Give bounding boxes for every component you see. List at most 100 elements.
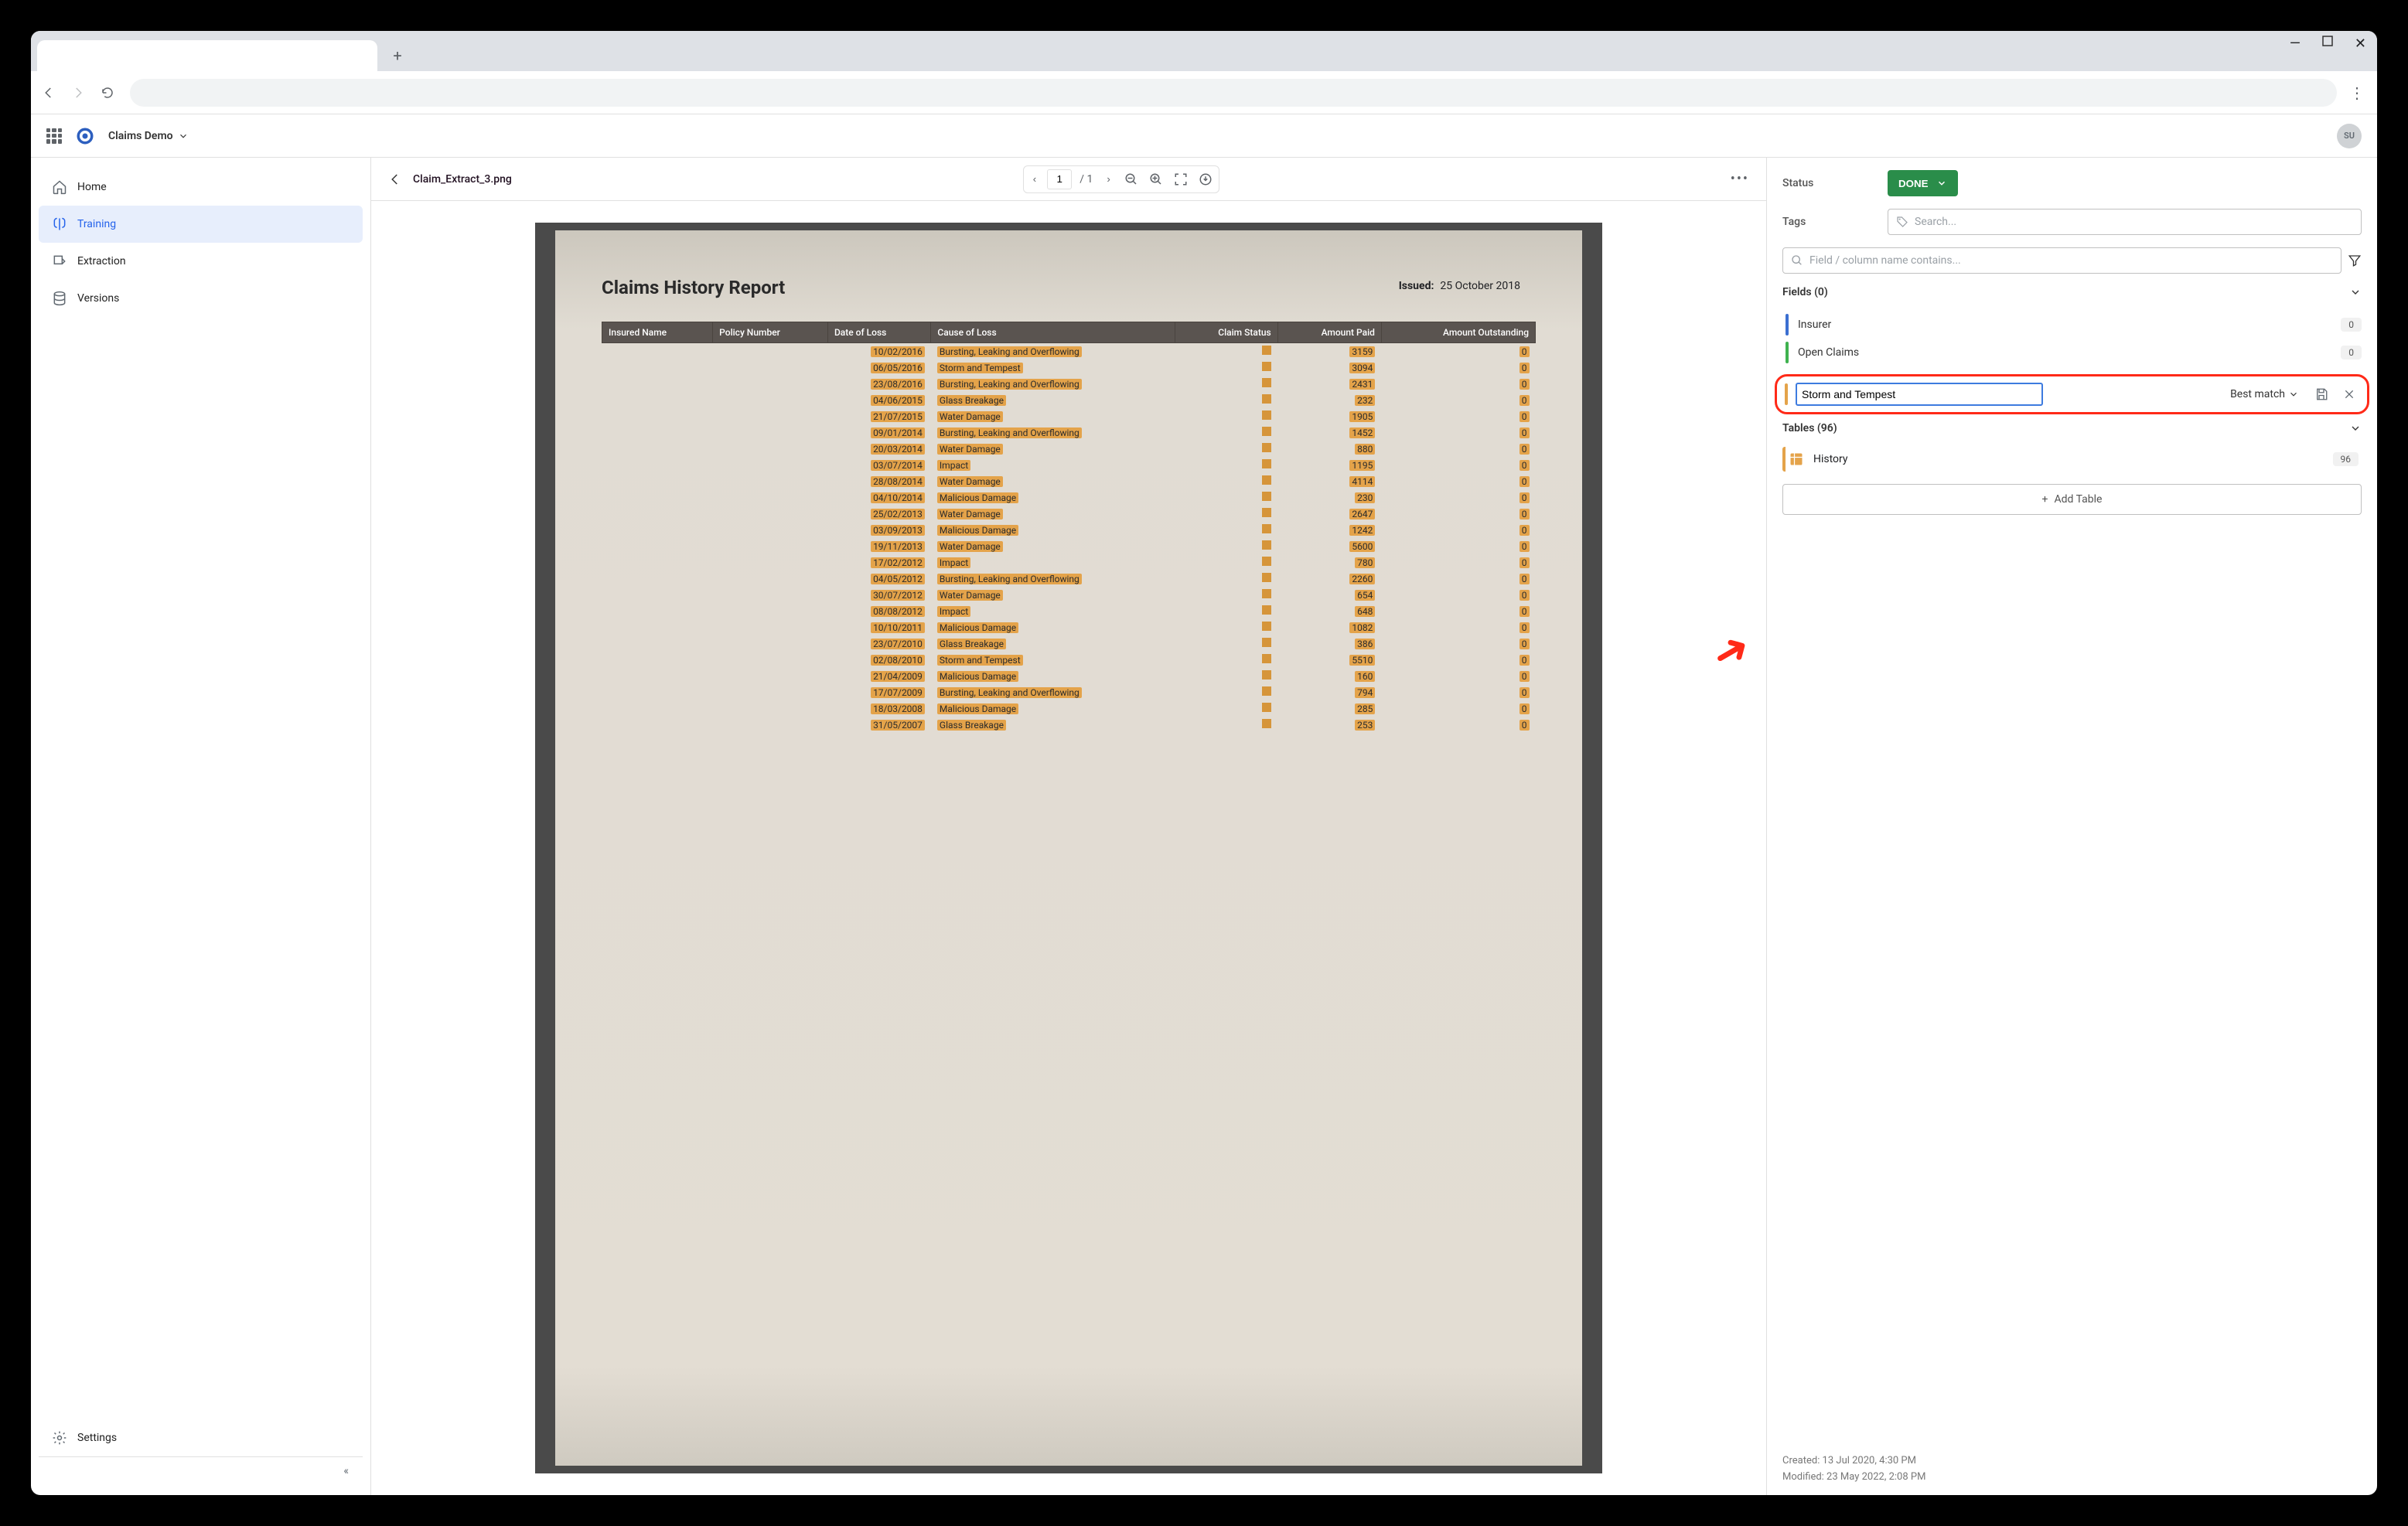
sidebar-item-label: Home <box>77 181 107 193</box>
back-icon[interactable] <box>388 172 402 186</box>
page-input[interactable] <box>1047 169 1072 189</box>
table-count-badge: 96 <box>2333 452 2359 466</box>
field-color-swatch <box>1785 383 1788 405</box>
new-field-name-input[interactable] <box>1796 383 2043 406</box>
document-page[interactable]: Claims History Report Issued:25 October … <box>535 223 1602 1473</box>
sidebar-item-label: Versions <box>77 292 119 305</box>
sidebar-item-extraction[interactable]: Extraction <box>39 243 363 280</box>
issued-date: Issued:25 October 2018 <box>1399 280 1520 292</box>
claims-table: Insured NamePolicy NumberDate of LossCau… <box>602 322 1536 733</box>
zoom-in-icon[interactable] <box>1146 169 1166 189</box>
extract-icon <box>51 254 68 269</box>
table-row: 20/03/2014Water Damage8800 <box>602 441 1536 457</box>
table-row: 10/10/2011Malicious Damage10820 <box>602 619 1536 635</box>
app-header: Claims Demo SU <box>31 114 2377 158</box>
properties-panel: ➜ Status DONE Tags Search... Field / col… <box>1766 158 2377 1495</box>
table-row: 08/08/2012Impact6480 <box>602 603 1536 619</box>
sidebar-item-settings[interactable]: Settings <box>39 1419 363 1456</box>
table-row: 09/01/2014Bursting, Leaking and Overflow… <box>602 424 1536 441</box>
more-menu-icon[interactable]: ••• <box>1731 171 1749 187</box>
window-maximize-icon[interactable] <box>2322 36 2333 52</box>
tags-search-input[interactable]: Search... <box>1888 209 2362 235</box>
sidebar: Home Training Extraction Versions Settin… <box>31 158 371 1495</box>
field-color-swatch <box>1786 314 1789 336</box>
table-row: 21/07/2015Water Damage19050 <box>602 408 1536 424</box>
table-row: 28/08/2014Water Damage41140 <box>602 473 1536 489</box>
address-bar[interactable] <box>130 79 2337 107</box>
table-row: 04/05/2012Bursting, Leaking and Overflow… <box>602 571 1536 587</box>
brain-icon <box>51 216 68 232</box>
reload-button[interactable] <box>101 86 119 100</box>
add-table-button[interactable]: + Add Table <box>1782 484 2362 515</box>
table-row: 30/07/2012Water Damage6540 <box>602 587 1536 603</box>
zoom-out-icon[interactable] <box>1121 169 1141 189</box>
page-separator: / 1 <box>1076 173 1096 186</box>
chevron-down-icon <box>2349 286 2362 298</box>
table-row: 06/05/2016Storm and Tempest30940 <box>602 359 1536 376</box>
table-row: 25/02/2013Water Damage26470 <box>602 506 1536 522</box>
fullscreen-icon[interactable] <box>1171 169 1191 189</box>
back-button[interactable] <box>42 86 60 100</box>
prev-page-button[interactable]: ‹ <box>1027 170 1042 188</box>
forward-button[interactable] <box>71 86 90 100</box>
browser-menu-icon[interactable]: ⋮ <box>2348 83 2366 102</box>
status-dropdown[interactable]: DONE <box>1888 170 1958 196</box>
fields-filter-input[interactable]: Field / column name contains... <box>1782 247 2341 274</box>
metadata: Created: 13 Jul 2020, 4:30 PM Modified: … <box>1782 1453 2362 1486</box>
table-row: 04/06/2015Glass Breakage2320 <box>602 392 1536 408</box>
table-row: 17/07/2009Bursting, Leaking and Overflow… <box>602 684 1536 700</box>
field-name: Open Claims <box>1798 346 2331 359</box>
chevron-down-icon <box>178 131 189 141</box>
table-row: 04/10/2014Malicious Damage2300 <box>602 489 1536 506</box>
fields-section-header[interactable]: Fields (0) <box>1782 286 2362 298</box>
page-controls: ‹ / 1 › <box>1023 165 1219 193</box>
window-minimize-icon[interactable]: — <box>2290 36 2301 52</box>
table-row: 19/11/2013Water Damage56000 <box>602 538 1536 554</box>
report-title: Claims History Report <box>602 277 1536 298</box>
field-count-badge: 0 <box>2341 318 2362 332</box>
table-row: 18/03/2008Malicious Damage2850 <box>602 700 1536 717</box>
apps-grid-icon[interactable] <box>46 128 62 144</box>
database-icon <box>51 291 68 306</box>
tag-icon <box>1896 216 1908 228</box>
field-name: Insurer <box>1798 318 2331 331</box>
table-row: 02/08/2010Storm and Tempest55100 <box>602 652 1536 668</box>
next-page-button[interactable]: › <box>1100 170 1116 188</box>
document-viewer: Claim_Extract_3.png ‹ / 1 › ••• Claims H… <box>371 158 1766 1495</box>
table-row: 31/05/2007Glass Breakage2530 <box>602 717 1536 733</box>
table-row: 03/07/2014Impact11950 <box>602 457 1536 473</box>
home-icon <box>51 179 68 195</box>
table-row: 21/04/2009Malicious Damage1600 <box>602 668 1536 684</box>
table-item-history[interactable]: History 96 <box>1782 447 2362 472</box>
save-field-button[interactable] <box>2311 384 2331 404</box>
tables-section-header[interactable]: Tables (96) <box>1782 422 2362 434</box>
sidebar-item-label: Settings <box>77 1432 117 1444</box>
window-close-icon[interactable]: ✕ <box>2355 36 2366 52</box>
table-row: 23/08/2016Bursting, Leaking and Overflow… <box>602 376 1536 392</box>
sidebar-collapse-button[interactable]: « <box>39 1456 363 1484</box>
field-item[interactable]: Insurer 0 <box>1782 311 2362 339</box>
sidebar-item-versions[interactable]: Versions <box>39 280 363 317</box>
table-name: History <box>1813 453 2324 465</box>
table-row: 10/02/2016Bursting, Leaking and Overflow… <box>602 343 1536 360</box>
sidebar-item-home[interactable]: Home <box>39 169 363 206</box>
sidebar-item-label: Training <box>77 218 116 230</box>
field-item[interactable]: Open Claims 0 <box>1782 339 2362 366</box>
table-icon <box>1789 451 1804 467</box>
browser-tab[interactable] <box>37 40 377 71</box>
new-tab-button[interactable]: + <box>385 43 410 68</box>
filter-icon[interactable] <box>2348 254 2362 267</box>
chevron-down-icon <box>2349 422 2362 434</box>
field-color-swatch <box>1786 342 1789 363</box>
match-mode-dropdown[interactable]: Best match <box>2226 388 2304 400</box>
avatar[interactable]: SU <box>2337 124 2362 148</box>
plus-icon: + <box>2042 493 2048 506</box>
download-icon[interactable] <box>1195 169 1216 189</box>
table-row: 23/07/2010Glass Breakage3860 <box>602 635 1536 652</box>
chevron-down-icon <box>1936 178 1947 189</box>
cancel-field-button[interactable] <box>2339 384 2359 404</box>
breadcrumb[interactable]: Claims Demo <box>108 130 189 142</box>
status-label: Status <box>1782 177 1875 189</box>
sidebar-item-training[interactable]: Training <box>39 206 363 243</box>
field-count-badge: 0 <box>2341 346 2362 359</box>
